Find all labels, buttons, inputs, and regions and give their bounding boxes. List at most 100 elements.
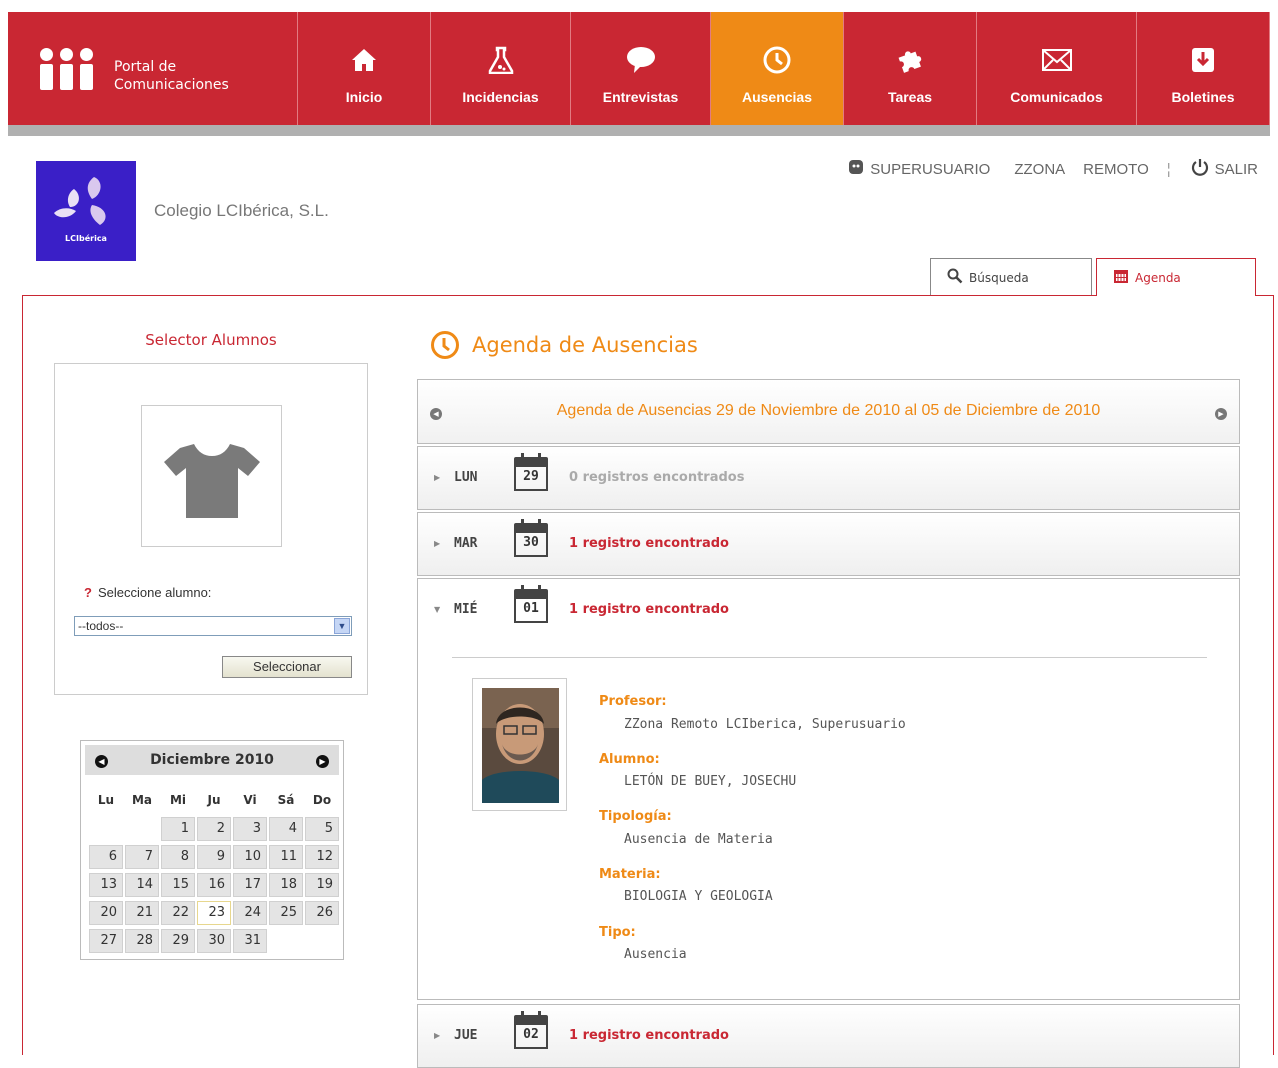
calendar-day[interactable]: 6 bbox=[89, 845, 123, 869]
flask-icon bbox=[486, 45, 516, 75]
day-row[interactable]: ▶ MAR 30 1 registro encontrado bbox=[417, 512, 1240, 576]
clock-icon bbox=[430, 330, 460, 360]
student-photo-placeholder bbox=[141, 405, 282, 547]
calendar-day[interactable]: 11 bbox=[269, 845, 303, 869]
search-icon bbox=[947, 268, 963, 287]
nav-divider bbox=[8, 125, 1270, 136]
tipologia-value: Ausencia de Materia bbox=[624, 832, 773, 847]
record-count: 1 registro encontrado bbox=[569, 602, 729, 617]
calendar-day[interactable]: 28 bbox=[125, 929, 159, 953]
day-name: MAR bbox=[454, 536, 478, 551]
calendar-date-icon: 30 bbox=[514, 519, 548, 557]
nav-inicio[interactable]: Inicio bbox=[298, 12, 431, 125]
calendar-day[interactable]: 7 bbox=[125, 845, 159, 869]
calendar-date-icon: 29 bbox=[514, 453, 548, 491]
calendar-day[interactable]: 20 bbox=[89, 901, 123, 925]
calendar-day[interactable]: 22 bbox=[161, 901, 195, 925]
tab-busqueda[interactable]: Búsqueda bbox=[930, 258, 1092, 296]
select-button[interactable]: Seleccionar bbox=[222, 656, 352, 678]
select-student-label: ? Seleccione alumno: bbox=[84, 585, 212, 600]
calendar-day[interactable]: 3 bbox=[233, 817, 267, 841]
chevron-down-icon[interactable]: ▼ bbox=[334, 618, 350, 634]
day-row[interactable]: ▼ MIÉ 01 1 registro encontrado bbox=[417, 578, 1240, 642]
calendar-day[interactable]: 19 bbox=[305, 873, 339, 897]
next-month-icon[interactable]: ▶ bbox=[316, 755, 329, 768]
power-icon[interactable] bbox=[1191, 158, 1209, 180]
calendar-date-icon: 01 bbox=[514, 585, 548, 623]
menu-separator: ¦ bbox=[1166, 160, 1171, 178]
profesor-value: ZZona Remoto LCIberica, Superusuario bbox=[624, 717, 906, 732]
day-name: MIÉ bbox=[454, 602, 478, 617]
day-detail-panel: Profesor: ZZona Remoto LCIberica, Superu… bbox=[417, 641, 1240, 1000]
calendar-day[interactable]: 29 bbox=[161, 929, 195, 953]
calendar-day[interactable]: 25 bbox=[269, 901, 303, 925]
user-name[interactable]: SUPERUSUARIO bbox=[870, 161, 990, 178]
calendar-day[interactable]: 10 bbox=[233, 845, 267, 869]
calendar-day[interactable]: 4 bbox=[269, 817, 303, 841]
calendar-day[interactable]: 16 bbox=[197, 873, 231, 897]
nav-ausencias[interactable]: Ausencias bbox=[711, 12, 844, 125]
prev-month-icon[interactable]: ◀ bbox=[95, 755, 108, 768]
user-zone[interactable]: ZZONA bbox=[1014, 161, 1065, 178]
nav-label: Entrevistas bbox=[602, 89, 679, 105]
user-icon bbox=[848, 159, 864, 179]
nav-comunicados[interactable]: Comunicados bbox=[977, 12, 1137, 125]
portal-brand[interactable]: Portal de Comunicaciones bbox=[8, 12, 298, 125]
calendar-day[interactable]: 9 bbox=[197, 845, 231, 869]
week-label: Agenda de Ausencias 29 de Noviembre de 2… bbox=[556, 402, 1101, 419]
week-navigator: ◀ Agenda de Ausencias 29 de Noviembre de… bbox=[417, 379, 1240, 444]
nav-label: Inicio bbox=[345, 89, 383, 105]
nav-boletines[interactable]: Boletines bbox=[1137, 12, 1270, 125]
calendar-day[interactable]: 13 bbox=[89, 873, 123, 897]
logout-link[interactable]: SALIR bbox=[1215, 161, 1258, 178]
nav-label: Tareas bbox=[887, 89, 933, 105]
nav-tareas[interactable]: Tareas bbox=[844, 12, 977, 125]
divider bbox=[452, 657, 1207, 658]
day-row[interactable]: ▶ LUN 29 0 registros encontrados bbox=[417, 446, 1240, 510]
college-name: Colegio LCIbérica, S.L. bbox=[154, 201, 329, 220]
student-select[interactable]: --todos-- ▼ bbox=[74, 616, 352, 636]
user-remote[interactable]: REMOTO bbox=[1083, 161, 1149, 178]
calendar-weekday: Lu bbox=[97, 793, 115, 807]
calendar-day-today[interactable]: 23 bbox=[197, 901, 231, 925]
next-week-icon[interactable]: ▶ bbox=[1215, 408, 1227, 420]
calendar-weekday: Do bbox=[312, 793, 332, 807]
day-row[interactable]: ▶ JUE 02 1 registro encontrado bbox=[417, 1004, 1240, 1068]
calendar-day[interactable]: 5 bbox=[305, 817, 339, 841]
calendar-day[interactable]: 21 bbox=[125, 901, 159, 925]
college-logo: LCIbérica bbox=[36, 161, 136, 261]
calendar-day[interactable]: 18 bbox=[269, 873, 303, 897]
download-icon bbox=[1188, 45, 1218, 75]
materia-value: BIOLOGIA Y GEOLOGIA bbox=[624, 889, 773, 904]
calendar-day[interactable]: 30 bbox=[197, 929, 231, 953]
calendar-day[interactable]: 27 bbox=[89, 929, 123, 953]
calendar-day[interactable]: 8 bbox=[161, 845, 195, 869]
calendar-day[interactable]: 12 bbox=[305, 845, 339, 869]
calendar-day[interactable]: 2 bbox=[197, 817, 231, 841]
nav-incidencias[interactable]: Incidencias bbox=[431, 12, 571, 125]
calendar-day[interactable]: 1 bbox=[161, 817, 195, 841]
tipo-label: Tipo: bbox=[599, 925, 636, 940]
active-tab-gap bbox=[1097, 294, 1255, 297]
calendar-day[interactable]: 14 bbox=[125, 873, 159, 897]
calendar-day[interactable]: 17 bbox=[233, 873, 267, 897]
calendar-weekday: Sá bbox=[277, 793, 295, 807]
day-name: JUE bbox=[454, 1028, 478, 1043]
calendar-weekday: Ju bbox=[207, 793, 221, 807]
help-icon[interactable]: ? bbox=[84, 585, 92, 600]
profesor-label: Profesor: bbox=[599, 694, 667, 709]
calendar-day[interactable]: 15 bbox=[161, 873, 195, 897]
portal-name: Portal de Comunicaciones bbox=[114, 58, 229, 93]
portal-logo-icon bbox=[40, 44, 100, 94]
speech-bubble-icon bbox=[626, 45, 656, 75]
calendar-day[interactable]: 24 bbox=[233, 901, 267, 925]
teacher-photo bbox=[472, 678, 567, 811]
tab-agenda[interactable]: Agenda bbox=[1096, 258, 1256, 296]
nav-entrevistas[interactable]: Entrevistas bbox=[571, 12, 711, 125]
calendar-day[interactable]: 26 bbox=[305, 901, 339, 925]
nav-label: Ausencias bbox=[741, 89, 813, 105]
caret-right-icon: ▶ bbox=[434, 539, 441, 548]
calendar-day[interactable]: 31 bbox=[233, 929, 267, 953]
alumno-label: Alumno: bbox=[599, 752, 660, 767]
envelope-icon bbox=[1041, 45, 1072, 75]
